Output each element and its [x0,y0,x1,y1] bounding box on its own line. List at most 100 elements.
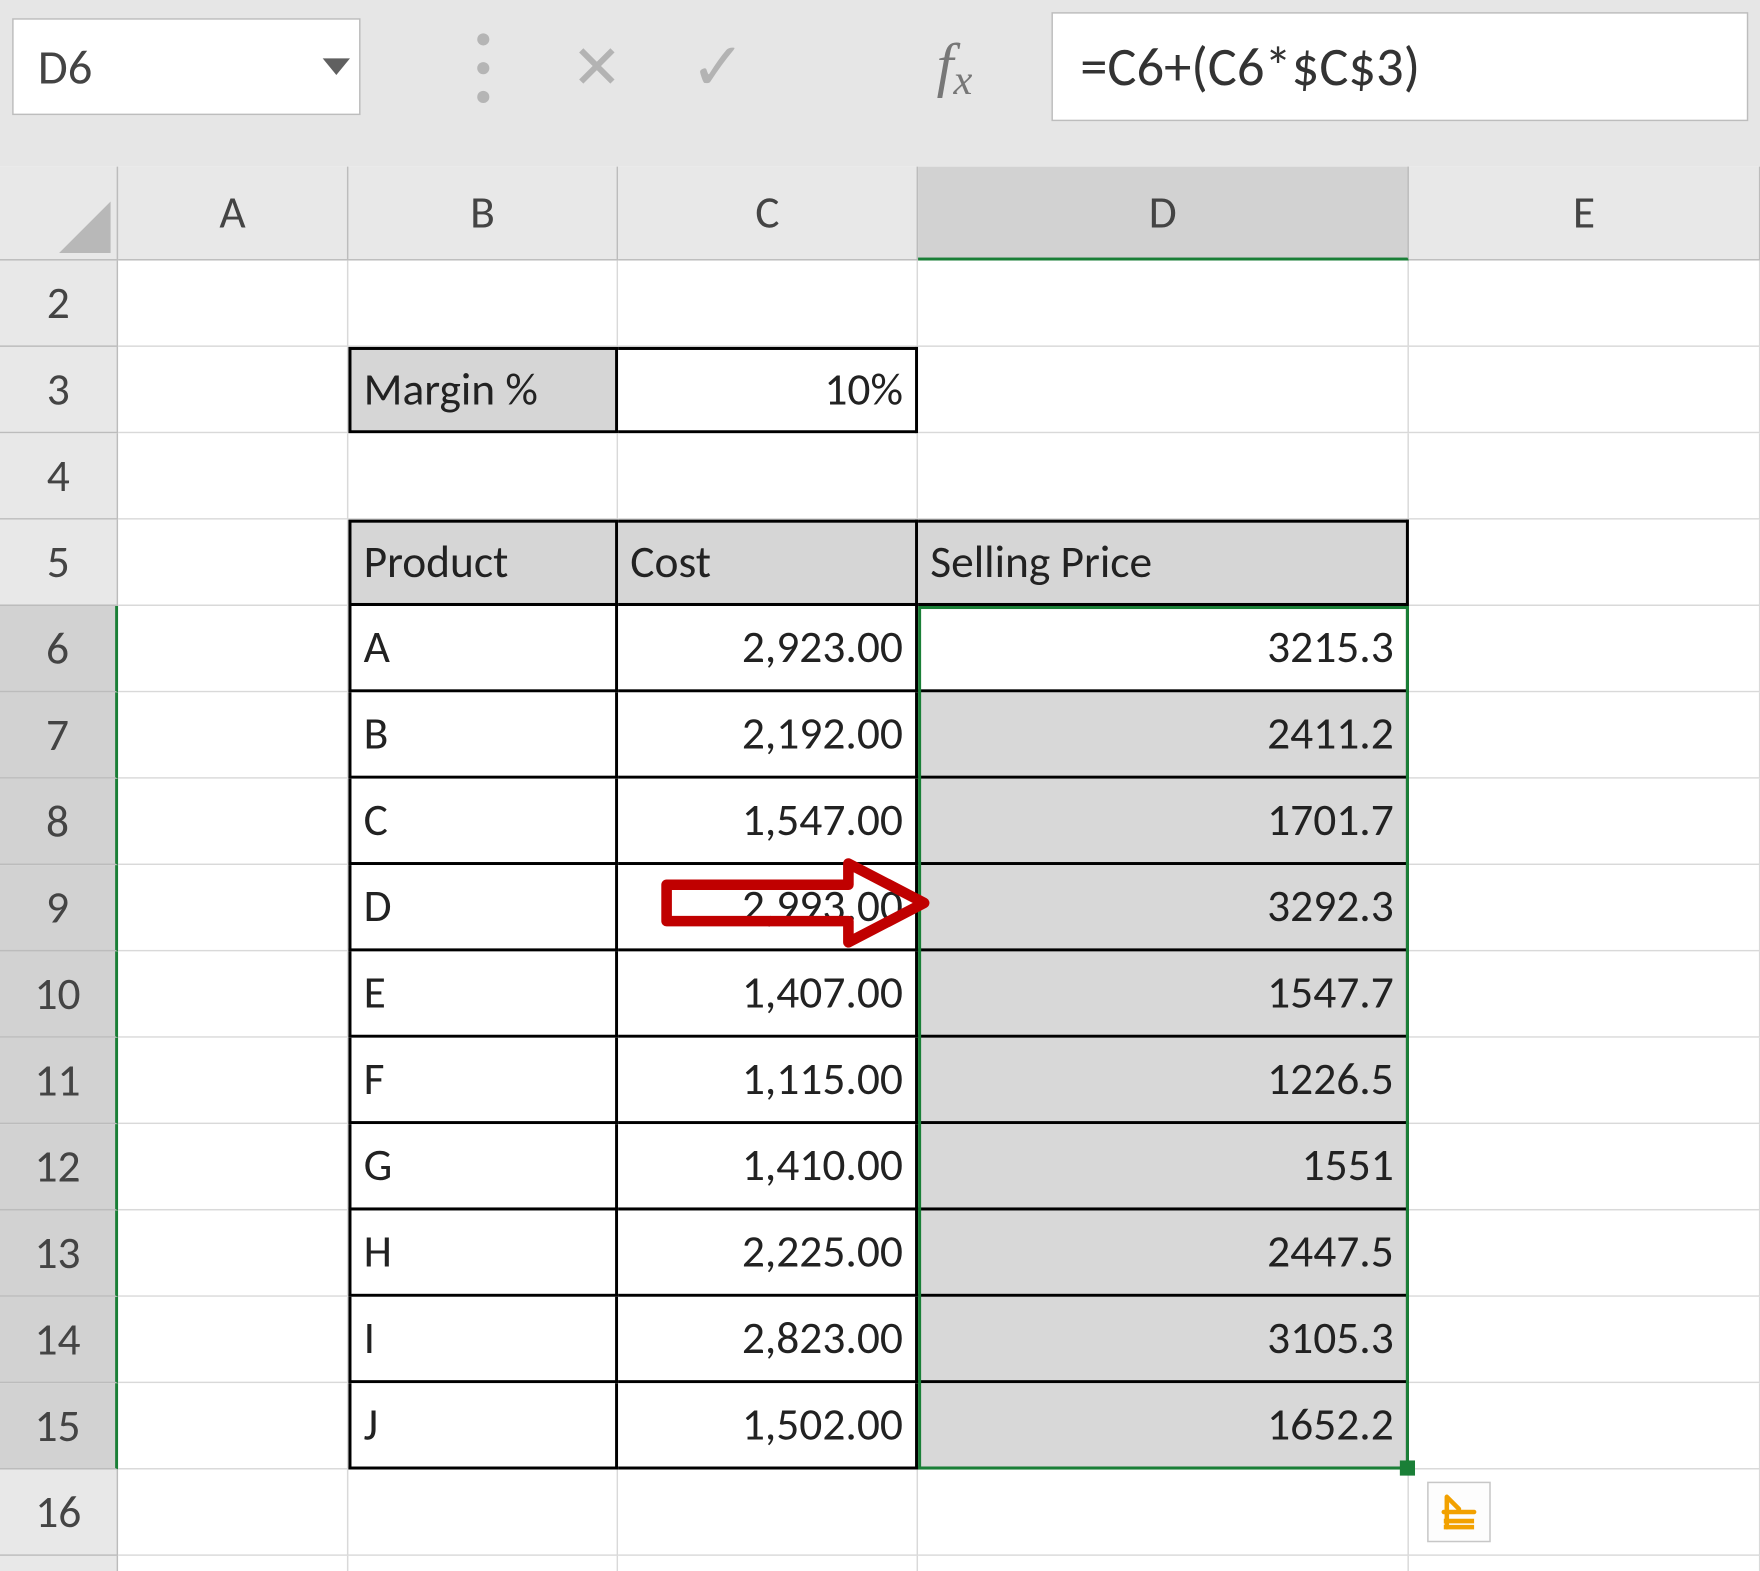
cell-product[interactable]: I [348,1297,618,1383]
col-header-E[interactable]: E [1409,167,1760,261]
cell-selling[interactable]: 2411.2 [918,692,1409,778]
row-header[interactable]: 10 [0,951,118,1037]
row-header[interactable]: 12 [0,1124,118,1210]
cell[interactable] [618,1556,918,1571]
cell-product[interactable]: F [348,1038,618,1124]
row-header[interactable]: 11 [0,1038,118,1124]
cell[interactable] [918,1556,1409,1571]
cell[interactable] [1409,1383,1760,1469]
cell[interactable] [1409,865,1760,951]
cell[interactable] [118,261,348,347]
cell[interactable] [118,606,348,692]
cell[interactable] [1409,1297,1760,1383]
cell-product[interactable]: J [348,1383,618,1469]
row-header[interactable]: 4 [0,433,118,519]
cell[interactable] [918,347,1409,433]
cell[interactable] [918,261,1409,347]
cell[interactable] [1409,606,1760,692]
select-all-triangle[interactable] [0,167,118,261]
col-header-B[interactable]: B [348,167,618,261]
cell-cost[interactable]: 1,410.00 [618,1124,918,1210]
row-header[interactable]: 5 [0,520,118,606]
cell[interactable] [118,1470,348,1556]
cell[interactable] [118,1556,348,1571]
cell-product[interactable]: C [348,779,618,865]
cell[interactable] [118,1124,348,1210]
cancel-icon[interactable]: ✕ [551,18,642,115]
cell-selling[interactable]: 3215.3 [918,606,1409,692]
cell-cost[interactable]: 1,547.00 [618,779,918,865]
autofill-options-button[interactable] [1427,1482,1491,1543]
cell[interactable] [118,1038,348,1124]
row-header[interactable]: 6 [0,606,118,692]
cell-product[interactable]: B [348,692,618,778]
row-header[interactable]: 16 [0,1470,118,1556]
cell[interactable] [118,1210,348,1296]
cell-header-selling[interactable]: Selling Price [918,520,1409,606]
cell-cost[interactable]: 1,502.00 [618,1383,918,1469]
cell-product[interactable]: D [348,865,618,951]
cell[interactable] [1409,779,1760,865]
cell-cost[interactable]: 2,823.00 [618,1297,918,1383]
cell-selling[interactable]: 3292.3 [918,865,1409,951]
cell-header-product[interactable]: Product [348,520,618,606]
row-header[interactable]: 14 [0,1297,118,1383]
insert-function-button[interactable]: fx [894,18,1015,115]
cell[interactable] [618,1470,918,1556]
row-header[interactable]: 8 [0,779,118,865]
row-header[interactable]: 2 [0,261,118,347]
cell-selling[interactable]: 1652.2 [918,1383,1409,1469]
chevron-down-icon[interactable] [323,58,350,75]
cell-cost[interactable]: 2,192.00 [618,692,918,778]
cell[interactable] [1409,1124,1760,1210]
cell[interactable] [348,1470,618,1556]
cell[interactable] [348,433,618,519]
row-header[interactable]: 7 [0,692,118,778]
cell[interactable] [1409,692,1760,778]
cell-cost[interactable]: 2,225.00 [618,1210,918,1296]
cell-product[interactable]: A [348,606,618,692]
cell[interactable] [918,433,1409,519]
cell-cost[interactable]: 2,993.00 [618,865,918,951]
col-header-C[interactable]: C [618,167,918,261]
cell[interactable] [348,261,618,347]
cell[interactable] [1409,347,1760,433]
cell[interactable] [118,1383,348,1469]
cell-selling[interactable]: 1701.7 [918,779,1409,865]
enter-icon[interactable]: ✓ [673,18,764,115]
cell-cost[interactable]: 2,923.00 [618,606,918,692]
cell[interactable] [118,347,348,433]
name-box[interactable]: D6 [12,18,360,115]
cell[interactable] [118,433,348,519]
cell[interactable] [118,520,348,606]
cell-selling[interactable]: 1547.7 [918,951,1409,1037]
row-header[interactable]: 13 [0,1210,118,1296]
cell[interactable] [118,951,348,1037]
spreadsheet-grid[interactable]: A B C D E 2 3 Margin % 10% 4 [0,167,1760,1571]
col-header-D[interactable]: D [918,167,1409,261]
cell[interactable] [118,1297,348,1383]
cell[interactable] [1409,951,1760,1037]
cell[interactable] [618,261,918,347]
cell-margin-value[interactable]: 10% [618,347,918,433]
formula-input[interactable] [1051,12,1748,121]
row-header[interactable]: 3 [0,347,118,433]
cell[interactable] [1409,433,1760,519]
row-header[interactable]: 9 [0,865,118,951]
cell[interactable] [1409,520,1760,606]
cell[interactable] [618,433,918,519]
cell-selling[interactable]: 2447.5 [918,1210,1409,1296]
row-header[interactable]: 15 [0,1383,118,1469]
cell-product[interactable]: G [348,1124,618,1210]
cell[interactable] [1409,1038,1760,1124]
cell-product[interactable]: E [348,951,618,1037]
cell-cost[interactable]: 1,115.00 [618,1038,918,1124]
cell[interactable] [118,779,348,865]
row-header[interactable]: 17 [0,1556,118,1571]
cell[interactable] [918,1470,1409,1556]
cell[interactable] [118,865,348,951]
cell-selling[interactable]: 1551 [918,1124,1409,1210]
cell-product[interactable]: H [348,1210,618,1296]
cell-selling[interactable]: 1226.5 [918,1038,1409,1124]
cell[interactable] [1409,1210,1760,1296]
